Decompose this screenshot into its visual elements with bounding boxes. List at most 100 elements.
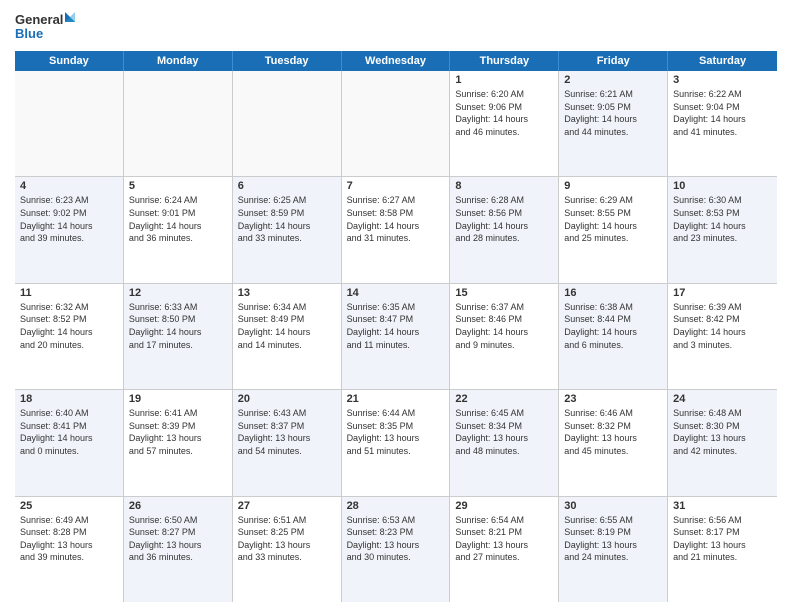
day-info: Sunrise: 6:20 AM Sunset: 9:06 PM Dayligh…	[455, 88, 553, 138]
day-number: 31	[673, 500, 772, 512]
calendar-row: 1 Sunrise: 6:20 AM Sunset: 9:06 PM Daylig…	[15, 71, 777, 177]
day-number: 4	[20, 180, 118, 192]
calendar-row: 18 Sunrise: 6:40 AM Sunset: 8:41 PM Dayli…	[15, 390, 777, 496]
calendar-cell: 31 Sunrise: 6:56 AM Sunset: 8:17 PM Dayli…	[668, 497, 777, 602]
day-number: 13	[238, 287, 336, 299]
day-number: 1	[455, 74, 553, 86]
calendar-cell: 2 Sunrise: 6:21 AM Sunset: 9:05 PM Daylig…	[559, 71, 668, 176]
day-number: 18	[20, 393, 118, 405]
day-number: 28	[347, 500, 445, 512]
calendar-cell	[342, 71, 451, 176]
day-info: Sunrise: 6:33 AM Sunset: 8:50 PM Dayligh…	[129, 301, 227, 351]
svg-text:General: General	[15, 12, 63, 27]
calendar-cell: 26 Sunrise: 6:50 AM Sunset: 8:27 PM Dayli…	[124, 497, 233, 602]
day-info: Sunrise: 6:32 AM Sunset: 8:52 PM Dayligh…	[20, 301, 118, 351]
day-info: Sunrise: 6:40 AM Sunset: 8:41 PM Dayligh…	[20, 407, 118, 457]
calendar-cell: 9 Sunrise: 6:29 AM Sunset: 8:55 PM Daylig…	[559, 177, 668, 282]
day-info: Sunrise: 6:35 AM Sunset: 8:47 PM Dayligh…	[347, 301, 445, 351]
day-info: Sunrise: 6:45 AM Sunset: 8:34 PM Dayligh…	[455, 407, 553, 457]
day-number: 26	[129, 500, 227, 512]
day-info: Sunrise: 6:29 AM Sunset: 8:55 PM Dayligh…	[564, 194, 662, 244]
calendar-header-day: Friday	[559, 51, 668, 71]
logo-svg: General Blue	[15, 10, 75, 45]
day-number: 24	[673, 393, 772, 405]
header: General Blue	[15, 10, 777, 45]
calendar-cell: 23 Sunrise: 6:46 AM Sunset: 8:32 PM Dayli…	[559, 390, 668, 495]
calendar-cell: 25Sunrise: 6:49 AM Sunset: 8:28 PM Dayli…	[15, 497, 124, 602]
calendar-cell: 10Sunrise: 6:30 AM Sunset: 8:53 PM Dayli…	[668, 177, 777, 282]
day-info: Sunrise: 6:25 AM Sunset: 8:59 PM Dayligh…	[238, 194, 336, 244]
day-info: Sunrise: 6:49 AM Sunset: 8:28 PM Dayligh…	[20, 514, 118, 564]
calendar-cell: 15Sunrise: 6:37 AM Sunset: 8:46 PM Dayli…	[450, 284, 559, 389]
calendar-row: 4 Sunrise: 6:23 AM Sunset: 9:02 PM Daylig…	[15, 177, 777, 283]
calendar-header-day: Saturday	[668, 51, 777, 71]
day-info: Sunrise: 6:51 AM Sunset: 8:25 PM Dayligh…	[238, 514, 336, 564]
calendar-row: 25Sunrise: 6:49 AM Sunset: 8:28 PM Dayli…	[15, 497, 777, 602]
day-info: Sunrise: 6:38 AM Sunset: 8:44 PM Dayligh…	[564, 301, 662, 351]
calendar-cell: 11Sunrise: 6:32 AM Sunset: 8:52 PM Dayli…	[15, 284, 124, 389]
day-info: Sunrise: 6:50 AM Sunset: 8:27 PM Dayligh…	[129, 514, 227, 564]
day-info: Sunrise: 6:54 AM Sunset: 8:21 PM Dayligh…	[455, 514, 553, 564]
day-info: Sunrise: 6:55 AM Sunset: 8:19 PM Dayligh…	[564, 514, 662, 564]
day-number: 27	[238, 500, 336, 512]
day-info: Sunrise: 6:23 AM Sunset: 9:02 PM Dayligh…	[20, 194, 118, 244]
calendar-header-day: Sunday	[15, 51, 124, 71]
day-info: Sunrise: 6:44 AM Sunset: 8:35 PM Dayligh…	[347, 407, 445, 457]
day-number: 5	[129, 180, 227, 192]
day-number: 22	[455, 393, 553, 405]
calendar-cell: 3Sunrise: 6:22 AM Sunset: 9:04 PM Daylig…	[668, 71, 777, 176]
calendar-cell	[124, 71, 233, 176]
calendar-cell: 20Sunrise: 6:43 AM Sunset: 8:37 PM Dayli…	[233, 390, 342, 495]
calendar-cell: 1 Sunrise: 6:20 AM Sunset: 9:06 PM Daylig…	[450, 71, 559, 176]
calendar-cell: 12 Sunrise: 6:33 AM Sunset: 8:50 PM Dayli…	[124, 284, 233, 389]
day-info: Sunrise: 6:24 AM Sunset: 9:01 PM Dayligh…	[129, 194, 227, 244]
day-info: Sunrise: 6:28 AM Sunset: 8:56 PM Dayligh…	[455, 194, 553, 244]
day-number: 23	[564, 393, 662, 405]
day-number: 16	[564, 287, 662, 299]
day-number: 7	[347, 180, 445, 192]
page: General Blue SundayMondayTuesdayWednesda…	[0, 0, 792, 612]
calendar-cell: 7 Sunrise: 6:27 AM Sunset: 8:58 PM Daylig…	[342, 177, 451, 282]
calendar-row: 11Sunrise: 6:32 AM Sunset: 8:52 PM Dayli…	[15, 284, 777, 390]
logo: General Blue	[15, 10, 75, 45]
calendar-cell: 6Sunrise: 6:25 AM Sunset: 8:59 PM Daylig…	[233, 177, 342, 282]
calendar-cell: 30 Sunrise: 6:55 AM Sunset: 8:19 PM Dayli…	[559, 497, 668, 602]
calendar-cell: 17Sunrise: 6:39 AM Sunset: 8:42 PM Dayli…	[668, 284, 777, 389]
day-number: 21	[347, 393, 445, 405]
day-number: 17	[673, 287, 772, 299]
calendar-cell: 4 Sunrise: 6:23 AM Sunset: 9:02 PM Daylig…	[15, 177, 124, 282]
day-info: Sunrise: 6:22 AM Sunset: 9:04 PM Dayligh…	[673, 88, 772, 138]
day-info: Sunrise: 6:56 AM Sunset: 8:17 PM Dayligh…	[673, 514, 772, 564]
calendar-cell: 16 Sunrise: 6:38 AM Sunset: 8:44 PM Dayli…	[559, 284, 668, 389]
calendar-cell	[15, 71, 124, 176]
calendar-cell: 24Sunrise: 6:48 AM Sunset: 8:30 PM Dayli…	[668, 390, 777, 495]
day-info: Sunrise: 6:53 AM Sunset: 8:23 PM Dayligh…	[347, 514, 445, 564]
calendar-cell: 29 Sunrise: 6:54 AM Sunset: 8:21 PM Dayli…	[450, 497, 559, 602]
day-number: 19	[129, 393, 227, 405]
calendar-cell: 8Sunrise: 6:28 AM Sunset: 8:56 PM Daylig…	[450, 177, 559, 282]
calendar-cell: 19 Sunrise: 6:41 AM Sunset: 8:39 PM Dayli…	[124, 390, 233, 495]
calendar-cell: 14 Sunrise: 6:35 AM Sunset: 8:47 PM Dayli…	[342, 284, 451, 389]
day-info: Sunrise: 6:21 AM Sunset: 9:05 PM Dayligh…	[564, 88, 662, 138]
day-info: Sunrise: 6:37 AM Sunset: 8:46 PM Dayligh…	[455, 301, 553, 351]
day-number: 9	[564, 180, 662, 192]
calendar-cell: 5 Sunrise: 6:24 AM Sunset: 9:01 PM Daylig…	[124, 177, 233, 282]
calendar: SundayMondayTuesdayWednesdayThursdayFrid…	[15, 51, 777, 602]
day-number: 20	[238, 393, 336, 405]
day-number: 14	[347, 287, 445, 299]
day-info: Sunrise: 6:27 AM Sunset: 8:58 PM Dayligh…	[347, 194, 445, 244]
day-number: 29	[455, 500, 553, 512]
calendar-header-day: Monday	[124, 51, 233, 71]
calendar-cell: 28 Sunrise: 6:53 AM Sunset: 8:23 PM Dayli…	[342, 497, 451, 602]
calendar-cell: 22 Sunrise: 6:45 AM Sunset: 8:34 PM Dayli…	[450, 390, 559, 495]
calendar-header-day: Wednesday	[342, 51, 451, 71]
day-number: 2	[564, 74, 662, 86]
day-info: Sunrise: 6:41 AM Sunset: 8:39 PM Dayligh…	[129, 407, 227, 457]
day-number: 10	[673, 180, 772, 192]
day-info: Sunrise: 6:34 AM Sunset: 8:49 PM Dayligh…	[238, 301, 336, 351]
day-number: 12	[129, 287, 227, 299]
calendar-header-day: Tuesday	[233, 51, 342, 71]
calendar-cell: 18 Sunrise: 6:40 AM Sunset: 8:41 PM Dayli…	[15, 390, 124, 495]
day-info: Sunrise: 6:46 AM Sunset: 8:32 PM Dayligh…	[564, 407, 662, 457]
day-number: 30	[564, 500, 662, 512]
